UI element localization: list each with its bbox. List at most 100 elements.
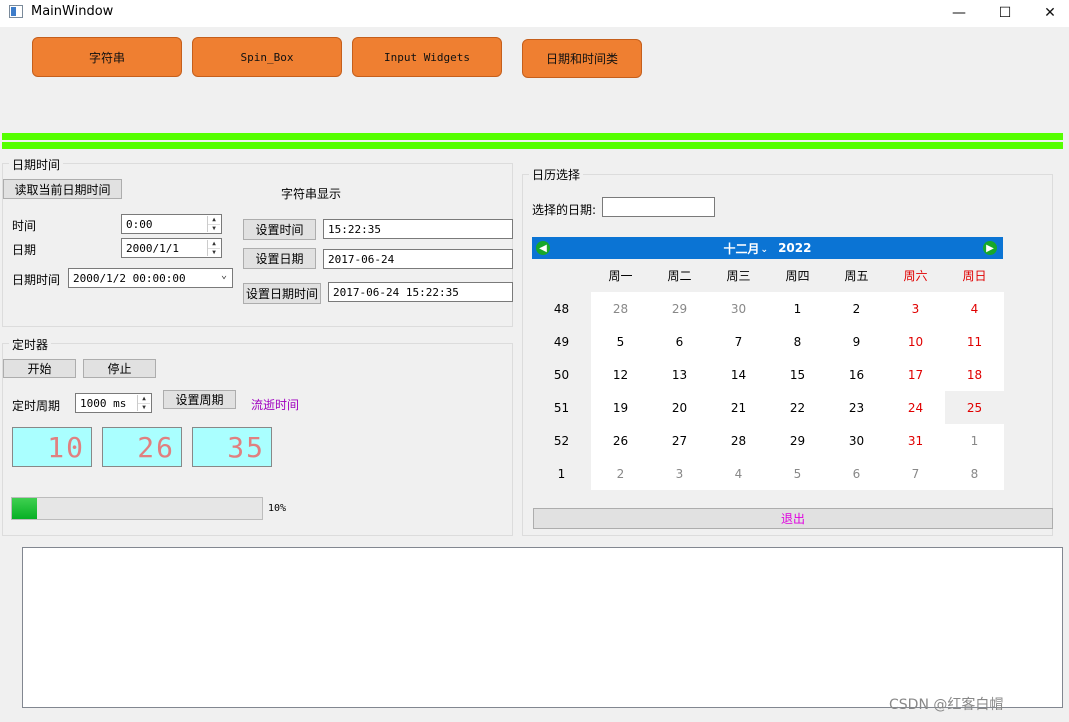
datetime-string-field[interactable]: 2017-06-24 15:22:35 (328, 282, 513, 302)
period-spin-arrows[interactable]: ▲ ▼ (137, 395, 150, 411)
calendar-day[interactable]: 1 (768, 292, 827, 325)
read-current-datetime-button[interactable]: 读取当前日期时间 (3, 179, 122, 199)
start-button[interactable]: 开始 (3, 359, 76, 378)
prev-month-icon[interactable]: ◀ (536, 241, 550, 255)
calendar-day[interactable]: 20 (650, 391, 709, 424)
date-spin-arrows[interactable]: ▲ ▼ (207, 240, 220, 256)
period-spinbox[interactable]: 1000 ms ▲ ▼ (75, 393, 152, 413)
set-time-button[interactable]: 设置时间 (243, 219, 316, 240)
tab-input-widgets[interactable]: Input Widgets (352, 37, 502, 77)
maximize-icon[interactable]: ☐ (982, 0, 1028, 26)
week-number: 52 (532, 424, 591, 457)
calendar-day[interactable]: 6 (827, 457, 886, 490)
calendar-day[interactable]: 3 (886, 292, 945, 325)
window-title: MainWindow (31, 4, 114, 19)
calendar-day[interactable]: 14 (709, 358, 768, 391)
weekday-header: 周六 (886, 259, 945, 292)
calendar-day[interactable]: 2 (827, 292, 886, 325)
exit-button[interactable]: 退出 (533, 508, 1053, 529)
calendar-day[interactable]: 28 (709, 424, 768, 457)
date-string-field[interactable]: 2017-06-24 (323, 249, 513, 269)
spin-down-icon[interactable]: ▼ (208, 249, 220, 257)
calendar-day[interactable]: 29 (650, 292, 709, 325)
timer-progress-bar (11, 497, 263, 520)
calendar-corner (532, 259, 591, 292)
calendar-day[interactable]: 3 (650, 457, 709, 490)
calendar-month[interactable]: 十二月 (724, 240, 760, 257)
calendar-day[interactable]: 23 (827, 391, 886, 424)
calendar-day[interactable]: 18 (945, 358, 1004, 391)
timer-progress-text: 10% (268, 503, 287, 514)
calendar-day[interactable]: 8 (945, 457, 1004, 490)
calendar-day[interactable]: 10 (886, 325, 945, 358)
weekday-header: 周五 (827, 259, 886, 292)
calendar-day[interactable]: 31 (886, 424, 945, 457)
calendar-day[interactable]: 6 (650, 325, 709, 358)
datetime-group-title: 日期时间 (9, 156, 64, 173)
close-icon[interactable]: ✕ (1027, 0, 1069, 26)
calendar-day[interactable]: 17 (886, 358, 945, 391)
calendar-day[interactable]: 5 (591, 325, 650, 358)
chevron-down-icon[interactable]: ⌄ (221, 270, 227, 281)
calendar-day[interactable]: 19 (591, 391, 650, 424)
datetime-edit-value: 2000/1/2 00:00:00 (73, 271, 186, 285)
period-label: 定时周期 (12, 399, 61, 413)
calendar-day[interactable]: 16 (827, 358, 886, 391)
calendar-day[interactable]: 7 (709, 325, 768, 358)
set-datetime-button[interactable]: 设置日期时间 (243, 283, 321, 304)
datetime-edit[interactable]: 2000/1/2 00:00:00 ⌄ (68, 268, 233, 288)
tab-spin-box[interactable]: Spin_Box (192, 37, 342, 77)
set-period-button[interactable]: 设置周期 (163, 390, 236, 409)
calendar-day[interactable]: 8 (768, 325, 827, 358)
spin-down-icon[interactable]: ▼ (208, 225, 220, 233)
time-spin-arrows[interactable]: ▲ ▼ (207, 216, 220, 232)
calendar-day[interactable]: 26 (591, 424, 650, 457)
output-text-area[interactable] (22, 547, 1063, 708)
calendar-navigation-bar: 十二月 ⌄ 2022 (532, 237, 1003, 259)
spin-down-icon[interactable]: ▼ (138, 404, 150, 412)
calendar-day[interactable]: 30 (709, 292, 768, 325)
date-edit[interactable]: 2000/1/1 ▲ ▼ (121, 238, 222, 258)
calendar-day[interactable]: 12 (591, 358, 650, 391)
calendar-day[interactable]: 13 (650, 358, 709, 391)
spin-up-icon[interactable]: ▲ (138, 395, 150, 404)
datetime-label: 日期时间 (12, 273, 61, 287)
calendar-day[interactable]: 27 (650, 424, 709, 457)
calendar-day[interactable]: 1 (945, 424, 1004, 457)
selected-date-label: 选择的日期: (532, 203, 597, 217)
time-label: 时间 (12, 219, 37, 233)
calendar-day[interactable]: 4 (945, 292, 1004, 325)
spin-up-icon[interactable]: ▲ (208, 216, 220, 225)
time-edit-value: 0:00 (126, 217, 153, 231)
spin-up-icon[interactable]: ▲ (208, 240, 220, 249)
calendar-day[interactable]: 25 (945, 391, 1004, 424)
watermark: CSDN @红客白帽 (889, 697, 1004, 713)
calendar-day[interactable]: 21 (709, 391, 768, 424)
calendar-day[interactable]: 2 (591, 457, 650, 490)
time-edit[interactable]: 0:00 ▲ ▼ (121, 214, 222, 234)
calendar-day[interactable]: 9 (827, 325, 886, 358)
calendar-day[interactable]: 15 (768, 358, 827, 391)
calendar-day[interactable]: 11 (945, 325, 1004, 358)
elapsed-time-label: 流逝时间 (251, 398, 300, 412)
calendar-day[interactable]: 4 (709, 457, 768, 490)
month-dropdown-icon[interactable]: ⌄ (761, 245, 769, 255)
calendar-day[interactable]: 29 (768, 424, 827, 457)
set-date-button[interactable]: 设置日期 (243, 248, 316, 269)
selected-date-field[interactable] (602, 197, 715, 217)
calendar-day[interactable]: 5 (768, 457, 827, 490)
stop-button[interactable]: 停止 (83, 359, 156, 378)
calendar-year[interactable]: 2022 (778, 241, 811, 255)
next-month-icon[interactable]: ▶ (983, 241, 997, 255)
weekday-header: 周三 (709, 259, 768, 292)
time-string-field[interactable]: 15:22:35 (323, 219, 513, 239)
week-number: 51 (532, 391, 591, 424)
tab-datetime[interactable]: 日期和时间类 (522, 39, 642, 78)
tab-string[interactable]: 字符串 (32, 37, 182, 77)
calendar-day[interactable]: 7 (886, 457, 945, 490)
calendar-day[interactable]: 24 (886, 391, 945, 424)
minimize-icon[interactable]: — (936, 0, 982, 26)
calendar-day[interactable]: 22 (768, 391, 827, 424)
calendar-day[interactable]: 28 (591, 292, 650, 325)
calendar-day[interactable]: 30 (827, 424, 886, 457)
